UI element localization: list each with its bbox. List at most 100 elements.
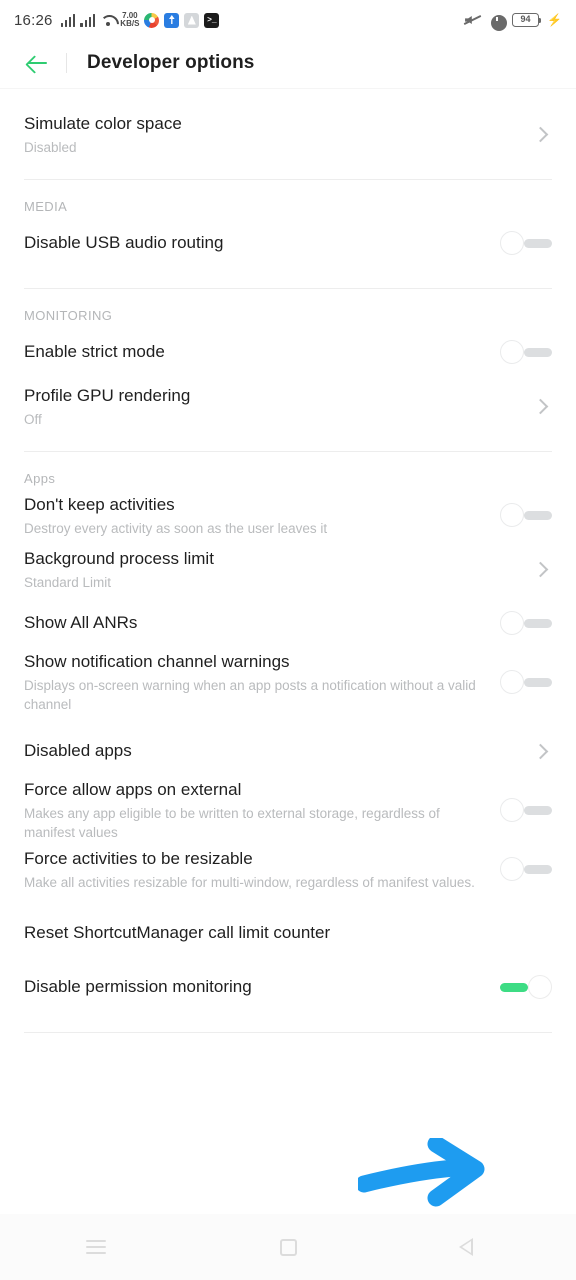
toggle-thumb	[500, 611, 524, 635]
arrow-left-icon[interactable]	[24, 49, 52, 77]
row-title: Reset ShortcutManager call limit counter	[24, 923, 331, 942]
toggle-switch[interactable]	[500, 974, 552, 1000]
section-header-apps: Apps	[24, 471, 56, 486]
toggle-thumb	[528, 975, 552, 999]
row-text: Show All ANRs	[24, 611, 500, 635]
section-header-monitoring: MONITORING	[24, 308, 113, 323]
terminal-app-icon: >_	[204, 12, 220, 28]
list-item[interactable]: Disabled apps	[0, 724, 576, 778]
toggle-switch[interactable]	[500, 797, 552, 823]
toggle-track	[524, 806, 552, 815]
row-subtitle: Off	[24, 411, 42, 427]
row-text: Show notification channel warnings Displ…	[24, 650, 500, 714]
toggle-track	[524, 865, 552, 874]
status-bar-left: 16:26 7.00 KB/S >_	[14, 11, 220, 29]
row-text: Disable permission monitoring	[24, 975, 500, 999]
list-item[interactable]: Don't keep activities Destroy every acti…	[0, 488, 576, 542]
toggle-track	[524, 239, 552, 248]
divider	[24, 1032, 552, 1033]
chevron-right-icon[interactable]	[532, 126, 549, 142]
toggle-switch[interactable]	[500, 856, 552, 882]
back-button[interactable]	[384, 1214, 576, 1280]
signal-bars-icon-2	[80, 13, 96, 27]
list-item[interactable]: Disable permission monitoring	[0, 960, 576, 1014]
toggle-track	[524, 348, 552, 357]
list-item[interactable]: Show All ANRs	[0, 596, 576, 650]
row-title: Enable strict mode	[24, 342, 165, 361]
toggle-track	[500, 983, 528, 992]
chevron-right-icon[interactable]	[532, 561, 549, 577]
status-clock: 16:26	[14, 11, 53, 29]
row-text: Background process limit Standard Limit	[24, 547, 535, 592]
row-text: Force allow apps on external Makes any a…	[24, 778, 500, 842]
row-subtitle: Displays on-screen warning when an app p…	[24, 678, 476, 712]
wifi-icon	[100, 14, 115, 26]
list-item[interactable]: Profile GPU rendering Off	[0, 379, 576, 433]
row-text: Don't keep activities Destroy every acti…	[24, 493, 500, 538]
network-speed-unit: KB/S	[120, 19, 140, 28]
toggle-switch[interactable]	[500, 502, 552, 528]
row-subtitle: Destroy every activity as soon as the us…	[24, 520, 328, 536]
toggle-switch[interactable]	[500, 610, 552, 636]
row-title: Background process limit	[24, 548, 214, 568]
chevron-right-icon[interactable]	[532, 398, 549, 414]
chevron-right-icon[interactable]	[532, 743, 549, 759]
toggle-thumb	[500, 798, 524, 822]
clipped-row-top	[0, 86, 576, 89]
list-item[interactable]: Force activities to be resizable Make al…	[0, 842, 576, 896]
back-icon	[459, 1238, 487, 1256]
list-item[interactable]: Background process limit Standard Limit	[0, 542, 576, 596]
list-item[interactable]: Simulate color space Disabled	[0, 107, 576, 161]
toggle-track	[524, 511, 552, 520]
app-bar: Developer options	[0, 40, 576, 86]
home-button[interactable]	[192, 1214, 384, 1280]
row-text: Disable USB audio routing	[24, 231, 500, 255]
toggle-switch[interactable]	[500, 669, 552, 695]
toggle-thumb	[500, 231, 524, 255]
status-bar: 16:26 7.00 KB/S >_ 94 ⚡	[0, 0, 576, 40]
row-text: Reset ShortcutManager call limit counter	[24, 921, 552, 945]
home-icon	[279, 1238, 297, 1256]
row-text: Force activities to be resizable Make al…	[24, 847, 500, 892]
toggle-thumb	[500, 670, 524, 694]
recents-button[interactable]	[0, 1214, 192, 1280]
list-item[interactable]: Show notification channel warnings Displ…	[0, 650, 576, 714]
toggle-switch[interactable]	[500, 339, 552, 365]
row-title: Disabled apps	[24, 741, 132, 760]
list-item[interactable]: Reset ShortcutManager call limit counter	[0, 906, 576, 960]
navigation-bar	[0, 1214, 576, 1280]
toggle-thumb	[500, 857, 524, 881]
row-title: Force allow apps on external	[24, 780, 242, 799]
row-title: Force activities to be resizable	[24, 848, 253, 868]
list-item[interactable]: Disable USB audio routing	[0, 216, 576, 270]
row-title: Disable USB audio routing	[24, 233, 224, 252]
recents-icon	[86, 1240, 106, 1254]
toggle-thumb	[500, 503, 524, 527]
row-title: Disable permission monitoring	[24, 977, 252, 996]
toggle-thumb	[500, 340, 524, 364]
row-title: Show notification channel warnings	[24, 652, 290, 671]
row-text: Simulate color space Disabled	[24, 112, 535, 157]
toggle-switch[interactable]	[500, 230, 552, 256]
row-title: Simulate color space	[24, 113, 182, 133]
status-bar-right: 94 ⚡	[464, 13, 562, 31]
list-item[interactable]: Enable strict mode	[0, 325, 576, 379]
network-speed-icon: 7.00 KB/S	[120, 12, 139, 28]
row-subtitle: Make all activities resizable for multi-…	[24, 874, 475, 890]
row-title: Don't keep activities	[24, 494, 175, 514]
settings-list[interactable]: Simulate color space Disabled MEDIA Disa…	[0, 86, 576, 1214]
row-text: Enable strict mode	[24, 340, 500, 364]
mute-icon	[464, 13, 482, 27]
app-bar-divider	[66, 53, 67, 73]
list-item[interactable]: Force allow apps on external Makes any a…	[0, 778, 576, 842]
row-subtitle: Standard Limit	[24, 574, 112, 590]
